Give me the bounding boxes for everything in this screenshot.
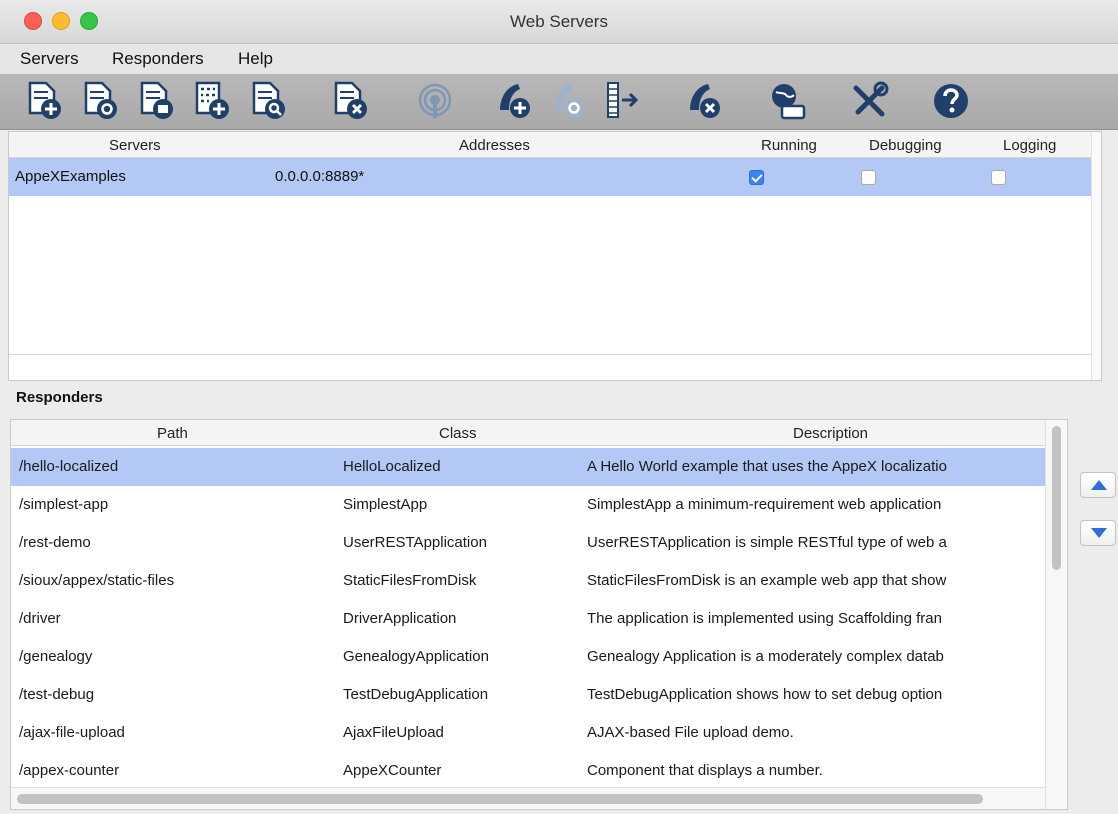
help-icon[interactable] — [930, 80, 972, 122]
responder-path: /test-debug — [19, 686, 95, 703]
responder-path: /hello-localized — [19, 458, 119, 475]
move-up-button[interactable] — [1080, 472, 1116, 498]
responder-row[interactable]: /driver DriverApplication The application … — [11, 600, 1045, 638]
responder-description: StaticFilesFromDisk is an example web ap… — [587, 572, 947, 589]
vertical-scroll-thumb[interactable] — [1052, 426, 1061, 570]
server-name: AppeXExamples — [15, 168, 126, 185]
logging-checkbox[interactable] — [991, 170, 1006, 185]
menu-servers[interactable]: Servers — [20, 49, 79, 69]
responder-class: UserRESTApplication — [343, 534, 487, 551]
arrow-down-icon — [1091, 528, 1107, 538]
server-row[interactable]: AppeXExamples 0.0.0.0:8889* — [9, 158, 1093, 196]
responder-class: AjaxFileUpload — [343, 724, 444, 741]
servers-table: Servers Addresses Running Debugging Logg… — [8, 131, 1102, 381]
responder-class: SimplestApp — [343, 496, 428, 513]
responder-row[interactable]: /ajax-file-upload AjaxFileUpload AJAX-base… — [11, 714, 1045, 752]
tools-icon[interactable] — [848, 80, 890, 122]
logging-column-header[interactable]: Logging — [1003, 137, 1056, 154]
responder-description: UserRESTApplication is simple RESTful ty… — [587, 534, 947, 551]
responder-row[interactable]: /rest-demo UserRESTApplication UserRESTApp… — [11, 524, 1045, 562]
class-column-header[interactable]: Class — [439, 425, 477, 442]
responder-path: /simplest-app — [19, 496, 109, 513]
responder-row[interactable]: /genealogy GenealogyApplication Genealogy … — [11, 638, 1045, 676]
responders-table: Path Class Description /hello-localized H… — [10, 419, 1068, 810]
responder-row[interactable]: /simplest-app SimplestApp SimplestApp a mi… — [11, 486, 1045, 524]
responder-class: DriverApplication — [343, 610, 457, 627]
remove-responder-icon[interactable] — [684, 80, 726, 122]
responders-label: Responders — [16, 389, 103, 406]
save-server-icon[interactable] — [136, 80, 178, 122]
menu-responders[interactable]: Responders — [112, 49, 204, 69]
responder-description: Genealogy Application is a moderately co… — [587, 648, 944, 665]
running-checkbox[interactable] — [749, 170, 764, 185]
responder-description: AJAX-based File upload demo. — [587, 724, 794, 741]
title-bar: Web Servers — [0, 0, 1118, 44]
broadcast-icon[interactable] — [414, 80, 456, 122]
responder-class: TestDebugApplication — [343, 686, 489, 703]
responder-settings-icon[interactable] — [548, 80, 590, 122]
responder-path: /appex-counter — [19, 762, 120, 779]
debugging-column-header[interactable]: Debugging — [869, 137, 942, 154]
responders-horizontal-scrollbar[interactable] — [11, 787, 1045, 809]
responder-description: SimplestApp a minimum-requirement web ap… — [587, 496, 942, 513]
start-server-icon[interactable] — [80, 80, 122, 122]
network-icon[interactable] — [766, 80, 808, 122]
horizontal-scroll-thumb[interactable] — [17, 794, 983, 804]
servers-column-header[interactable]: Servers — [109, 137, 161, 154]
responder-description: A Hello World example that uses the Appe… — [587, 458, 947, 475]
toolbar — [0, 74, 1118, 130]
web-servers-window: Web Servers Servers Responders Help Serv… — [0, 0, 1118, 814]
responder-description: Component that displays a number. — [587, 762, 823, 779]
debugging-checkbox[interactable] — [861, 170, 876, 185]
add-binary-icon[interactable] — [192, 80, 234, 122]
path-column-header[interactable]: Path — [157, 425, 188, 442]
add-responder-icon[interactable] — [494, 80, 536, 122]
menu-bar: Servers Responders Help — [0, 44, 1118, 74]
responder-path: /sioux/appex/static-files — [19, 572, 175, 589]
responders-vertical-scrollbar[interactable] — [1045, 420, 1067, 809]
responders-header-row: Path Class Description — [11, 420, 1067, 446]
responder-row[interactable]: /hello-localized HelloLocalized A Hello Wo… — [11, 448, 1045, 486]
responder-description: The application is implemented using Sca… — [587, 610, 942, 627]
move-down-button[interactable] — [1080, 520, 1116, 546]
responder-class: AppeXCounter — [343, 762, 442, 779]
delete-server-icon[interactable] — [330, 80, 372, 122]
servers-divider — [9, 354, 1093, 355]
responder-class: GenealogyApplication — [343, 648, 489, 665]
responder-row[interactable]: /test-debug TestDebugApplication TestDebug… — [11, 676, 1045, 714]
responder-path: /ajax-file-upload — [19, 724, 125, 741]
description-column-header[interactable]: Description — [793, 425, 868, 442]
server-address: 0.0.0.0:8889* — [275, 168, 365, 185]
servers-header-row: Servers Addresses Running Debugging Logg… — [9, 132, 1101, 158]
inspect-server-icon[interactable] — [248, 80, 290, 122]
add-server-icon[interactable] — [24, 80, 66, 122]
responder-path: /driver — [19, 610, 61, 627]
responder-path: /rest-demo — [19, 534, 91, 551]
responder-description: TestDebugApplication shows how to set de… — [587, 686, 943, 703]
window-title: Web Servers — [510, 12, 608, 31]
servers-scrollbar[interactable] — [1091, 132, 1101, 380]
responder-row[interactable]: /sioux/appex/static-files StaticFilesFrom… — [11, 562, 1045, 600]
responder-class: HelloLocalized — [343, 458, 441, 475]
addresses-column-header[interactable]: Addresses — [459, 137, 530, 154]
responder-path: /genealogy — [19, 648, 93, 665]
responder-row[interactable]: /appex-counter AppeXCounter Component that… — [11, 752, 1045, 790]
responder-class: StaticFilesFromDisk — [343, 572, 477, 589]
running-column-header[interactable]: Running — [761, 137, 817, 154]
menu-help[interactable]: Help — [238, 49, 273, 69]
compress-icon[interactable] — [600, 80, 642, 122]
arrow-up-icon — [1091, 480, 1107, 490]
